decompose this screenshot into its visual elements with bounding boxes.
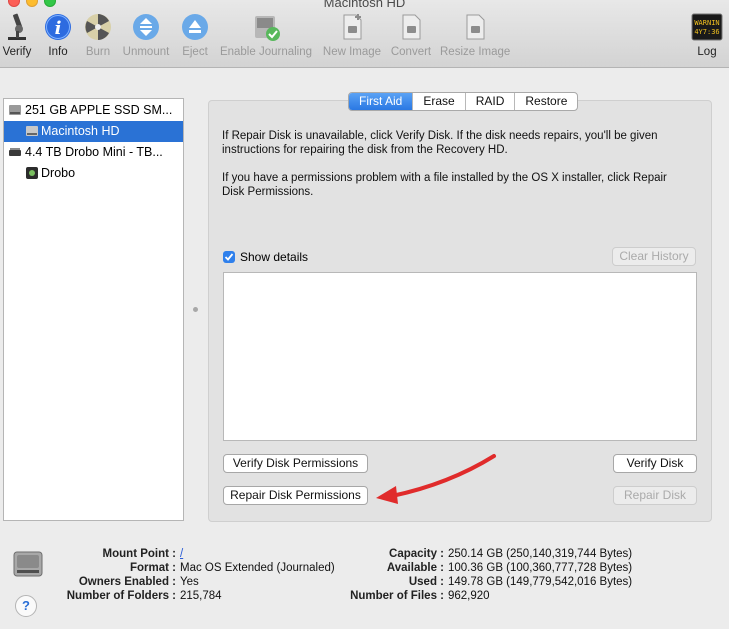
svg-text:WARNIN: WARNIN (694, 19, 719, 27)
convert-image-icon (389, 12, 433, 42)
available-label: Available : (386, 562, 444, 574)
number-of-files-label: Number of Files : (350, 590, 444, 602)
volume-icon (25, 124, 39, 142)
external-drive-icon (8, 145, 22, 163)
info-toolbar-button[interactable]: i Info (44, 12, 72, 58)
repair-disk-button[interactable]: Repair Disk (613, 486, 697, 505)
unmount-label: Unmount (122, 46, 170, 58)
red-arrow-annotation (376, 454, 496, 504)
verify-toolbar-button[interactable]: Verify (2, 12, 32, 58)
tab-first-aid[interactable]: First Aid (349, 93, 413, 110)
sidebar-item-drobo[interactable]: Drobo (4, 163, 183, 184)
disk-list-sidebar: 251 GB APPLE SSD SM... Macintosh HD 4.4 … (3, 98, 184, 521)
repair-disk-permissions-button[interactable]: Repair Disk Permissions (223, 486, 368, 505)
sidebar-item-label: 4.4 TB Drobo Mini - TB... (25, 145, 163, 159)
used-label: Used : (408, 576, 444, 588)
capacity-value: 250.14 GB (250,140,319,744 Bytes) (448, 548, 633, 560)
repair-disk-instructions: If Repair Disk is unavailable, click Ver… (222, 130, 658, 156)
burn-disc-icon (84, 12, 112, 42)
volume-icon (25, 166, 39, 184)
sidebar-item-apple-ssd[interactable]: 251 GB APPLE SSD SM... (4, 100, 183, 121)
sidebar-item-label: 251 GB APPLE SSD SM... (25, 103, 173, 117)
new-image-label: New Image (322, 46, 382, 58)
checkmark-icon (224, 253, 234, 261)
format-label: Format : (130, 562, 176, 574)
log-toolbar-button[interactable]: WARNIN 4Y7:36 Log (690, 12, 724, 58)
burn-toolbar-button[interactable]: Burn (84, 12, 112, 58)
convert-label: Convert (390, 46, 432, 58)
svg-text:4Y7:36: 4Y7:36 (694, 28, 719, 36)
tab-restore[interactable]: Restore (514, 93, 577, 110)
tab-erase[interactable]: Erase (412, 93, 464, 110)
info-icon: i (44, 12, 72, 42)
sidebar-item-macintosh-hd[interactable]: Macintosh HD (4, 121, 183, 142)
unmount-icon (122, 12, 170, 42)
capacity-label: Capacity : (389, 548, 444, 560)
resize-image-label: Resize Image (440, 46, 511, 58)
owners-enabled-label: Owners Enabled : (78, 576, 176, 588)
new-image-toolbar-button[interactable]: New Image (321, 12, 383, 58)
number-of-folders-label: Number of Folders : (66, 590, 176, 602)
permissions-instructions: If you have a permissions problem with a… (222, 172, 667, 198)
split-view-divider[interactable] (193, 307, 198, 312)
internal-drive-icon (8, 103, 22, 121)
tab-raid[interactable]: RAID (464, 93, 515, 110)
show-details-checkbox[interactable] (223, 251, 235, 263)
info-label: Info (48, 46, 68, 58)
owners-enabled-value: Yes (180, 576, 199, 588)
sidebar-item-label: Drobo (41, 166, 76, 180)
window-title: Macintosh HD (323, 0, 406, 10)
verify-disk-permissions-button[interactable]: Verify Disk Permissions (223, 454, 368, 473)
show-details-label: Show details (240, 250, 309, 264)
number-of-files-value: 962,920 (448, 590, 490, 602)
mount-point-label: Mount Point : (102, 548, 176, 560)
available-value: 100.36 GB (100,360,777,728 Bytes) (448, 562, 633, 574)
details-log-area[interactable] (223, 272, 697, 441)
burn-label: Burn (85, 46, 111, 58)
enable-journaling-label: Enable Journaling (219, 46, 313, 58)
log-label: Log (697, 46, 717, 58)
eject-label: Eject (182, 46, 208, 58)
used-value: 149.78 GB (149,779,542,016 Bytes) (448, 576, 633, 588)
resize-image-icon (440, 12, 510, 42)
resize-image-toolbar-button[interactable]: Resize Image (440, 12, 510, 58)
number-of-folders-value: 215,784 (180, 590, 222, 602)
new-image-icon (321, 12, 383, 42)
unmount-toolbar-button[interactable]: Unmount (122, 12, 170, 58)
microscope-icon (2, 12, 32, 42)
enable-journaling-toolbar-button[interactable]: Enable Journaling (218, 12, 314, 58)
toolbar: Macintosh HD Verify i Info Burn Unmount … (0, 0, 729, 68)
sidebar-item-label: Macintosh HD (41, 124, 120, 138)
verify-label: Verify (2, 46, 32, 58)
clear-history-button[interactable]: Clear History (612, 247, 696, 266)
eject-icon (180, 12, 210, 42)
mount-point-value[interactable]: / (180, 548, 183, 560)
svg-text:i: i (55, 18, 62, 39)
log-console-icon: WARNIN 4Y7:36 (690, 12, 724, 42)
verify-disk-button[interactable]: Verify Disk (613, 454, 697, 473)
sidebar-item-drobo-mini[interactable]: 4.4 TB Drobo Mini - TB... (4, 142, 183, 163)
tab-bar: First Aid Erase RAID Restore (348, 92, 579, 111)
journaling-disk-icon (218, 12, 314, 42)
convert-toolbar-button[interactable]: Convert (389, 12, 433, 58)
help-button[interactable]: ? (15, 595, 37, 617)
eject-toolbar-button[interactable]: Eject (180, 12, 210, 58)
